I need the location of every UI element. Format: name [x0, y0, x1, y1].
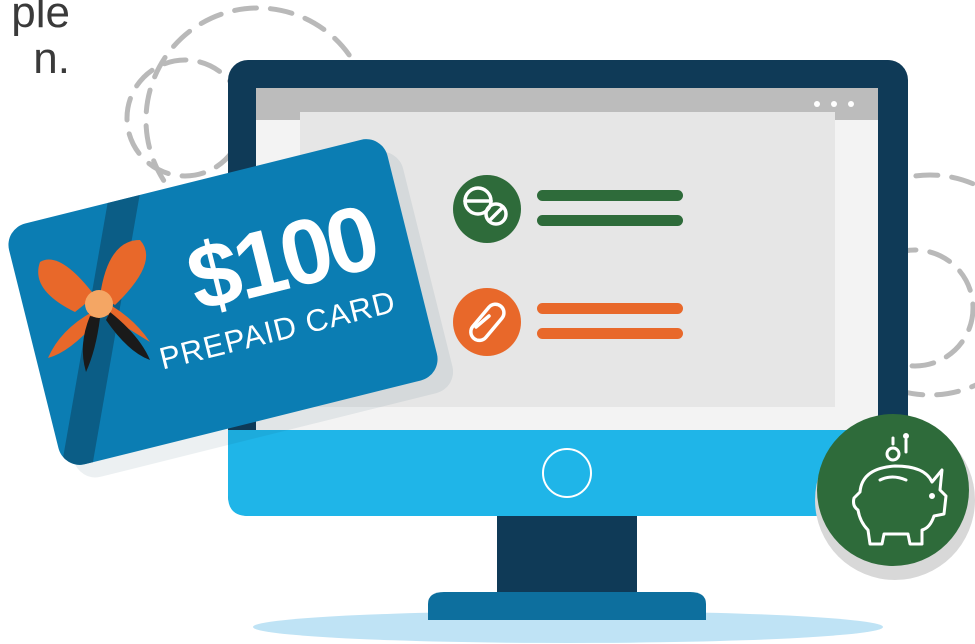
list-line — [537, 190, 683, 201]
monitor-chin — [228, 430, 908, 516]
list-line — [537, 303, 683, 314]
list-line — [537, 328, 683, 339]
monitor-base — [428, 592, 706, 620]
list-line — [537, 215, 683, 226]
monitor-neck — [497, 512, 637, 604]
capsule-icon-bg — [453, 288, 521, 356]
